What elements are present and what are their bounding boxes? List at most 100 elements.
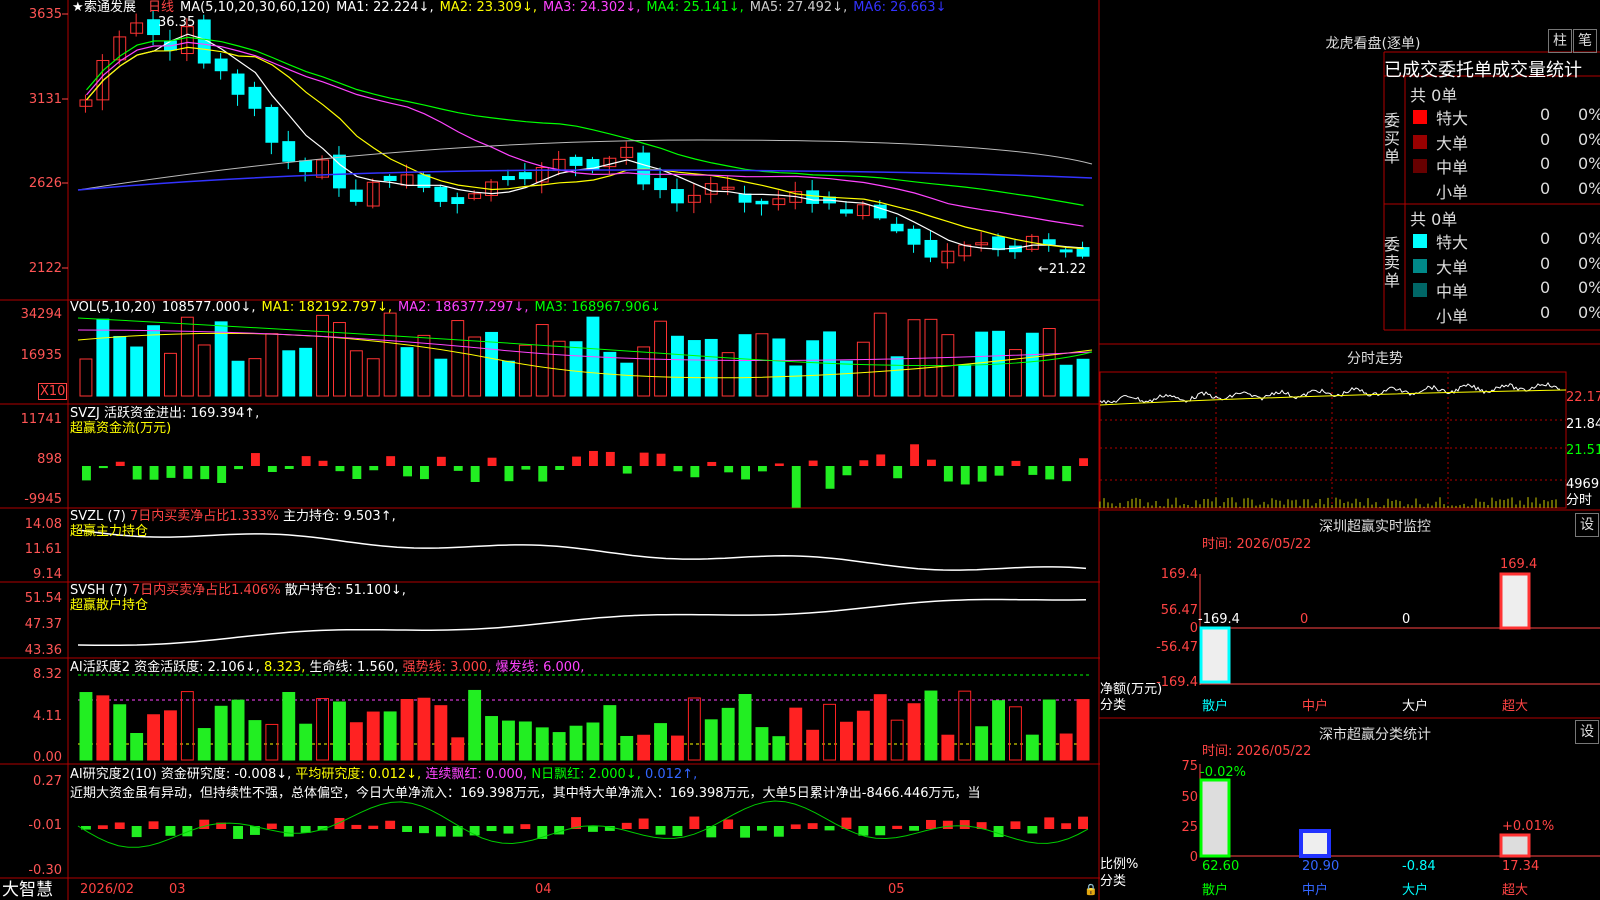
- vol-ma-line: [77, 329, 1093, 362]
- candle-body: [856, 204, 870, 217]
- research-bar: [942, 820, 953, 829]
- monitor-bar: [1499, 572, 1531, 630]
- sell-orders-label: 委卖单: [1384, 235, 1401, 290]
- classify-title: 深市超赢分类统计: [1319, 727, 1431, 743]
- activity-bar: [180, 691, 194, 761]
- activity-bar: [890, 719, 904, 761]
- research-bar: [402, 826, 412, 832]
- legend-item: MA(5,10,20,30,60,120): [180, 0, 331, 15]
- stock-name[interactable]: 索通发展: [84, 0, 136, 15]
- volume-bar: [856, 341, 870, 397]
- color-swatch-icon: [1413, 110, 1427, 124]
- fenshi-avg-line: [1099, 389, 1567, 406]
- activity-bar: [502, 720, 515, 761]
- research-bar: [757, 826, 767, 831]
- flow-bar: [605, 451, 615, 466]
- price-axis-label: 2626: [28, 176, 62, 191]
- volume-bar: [755, 333, 769, 397]
- classify-axis-label: 0: [1189, 850, 1198, 865]
- flow-bar: [403, 466, 412, 477]
- activity-bar: [518, 721, 532, 761]
- price-axis-label: 3131: [28, 92, 62, 107]
- flow-bar: [504, 466, 514, 482]
- classify-category: 中户: [1302, 883, 1329, 898]
- volume-bar: [164, 352, 177, 397]
- research-bar: [588, 826, 598, 832]
- legend-item: VOL(5,10,20): [70, 300, 156, 315]
- volume-bar: [400, 347, 414, 397]
- flow-bar: [555, 466, 565, 470]
- research-bar: [993, 826, 1004, 838]
- volume-bar: [890, 356, 904, 397]
- activity-bar: [687, 697, 701, 761]
- brand-logo[interactable]: 大智慧: [2, 880, 53, 900]
- flow-bar: [1028, 466, 1038, 475]
- svzj-axis-label: 11741: [20, 412, 62, 427]
- volume-bar: [197, 344, 211, 397]
- flow-bar: [622, 466, 632, 474]
- order-size-label: 小单: [1436, 182, 1469, 202]
- period-label[interactable]: 日线: [148, 0, 174, 15]
- ma-line: [86, 41, 1084, 227]
- lock-icon[interactable]: 🔒: [1084, 882, 1098, 897]
- low-price-label: ←21.22: [1038, 262, 1087, 277]
- research-bar: [740, 826, 750, 838]
- flow-bar: [1045, 466, 1055, 480]
- classify-category: 超大: [1502, 883, 1529, 898]
- candle-body: [248, 86, 262, 109]
- candle-body: [687, 194, 701, 203]
- research-bar: [368, 825, 379, 829]
- lhb-title: 龙虎看盘(逐单): [1325, 36, 1421, 52]
- buy-total: 共 0单: [1410, 86, 1458, 105]
- classify-axis-label: 25: [1181, 820, 1198, 835]
- classify-value: 17.34: [1502, 859, 1540, 874]
- activity-bar: [468, 689, 482, 761]
- flow-bar: [436, 456, 446, 466]
- volume-bar: [671, 335, 684, 397]
- flow-bar: [149, 466, 159, 480]
- order-count: 0: [1540, 278, 1551, 297]
- ai1-axis-label: 4.11: [33, 709, 62, 724]
- activity-bar: [299, 723, 313, 761]
- volume-bar: [316, 314, 330, 397]
- flow-bar: [420, 466, 429, 480]
- tick-mode-button[interactable]: 笔: [1573, 29, 1597, 53]
- classify-axis-label: 75: [1181, 759, 1198, 774]
- flow-bar: [352, 466, 362, 480]
- order-count: 0: [1540, 105, 1551, 124]
- research-bar: [959, 820, 970, 829]
- ai2-axis-label: 0.27: [33, 774, 62, 789]
- volume-bar: [434, 358, 448, 397]
- monitor-settings-button[interactable]: 设: [1575, 513, 1599, 537]
- volume-bar: [687, 340, 701, 397]
- classify-settings-button[interactable]: 设: [1575, 720, 1599, 744]
- activity-bar: [586, 722, 600, 761]
- svzj-axis-label: 898: [37, 452, 62, 467]
- volume-bar: [130, 346, 144, 397]
- candle-body: [755, 200, 769, 205]
- classify-axis-label: 50: [1181, 790, 1198, 805]
- flow-bar: [301, 456, 311, 466]
- classify-category: 大户: [1402, 883, 1429, 898]
- research-bar: [486, 826, 497, 832]
- research-bar: [807, 823, 818, 829]
- volume-bar: [349, 350, 363, 397]
- activity-bar: [654, 723, 667, 761]
- monitor-axis-label: 169.4: [1160, 567, 1198, 582]
- sell-total: 共 0单: [1410, 210, 1458, 229]
- volume-bar: [806, 340, 820, 397]
- flow-bar: [774, 463, 784, 466]
- research-bar: [97, 825, 108, 829]
- svzl-title: 超赢主力持仓: [70, 524, 149, 539]
- activity-bar: [535, 727, 549, 761]
- volume-bar: [738, 334, 752, 397]
- bar-mode-button[interactable]: 柱: [1548, 29, 1572, 53]
- research-bar: [165, 826, 176, 836]
- volume-bar: [1025, 332, 1039, 397]
- candle-body: [349, 189, 363, 202]
- research-bar: [790, 824, 801, 829]
- candle-body: [840, 209, 853, 214]
- vol-unit-badge[interactable]: X10: [38, 383, 68, 400]
- vol-ma-line: [77, 332, 1093, 379]
- volume-bar: [1059, 364, 1073, 397]
